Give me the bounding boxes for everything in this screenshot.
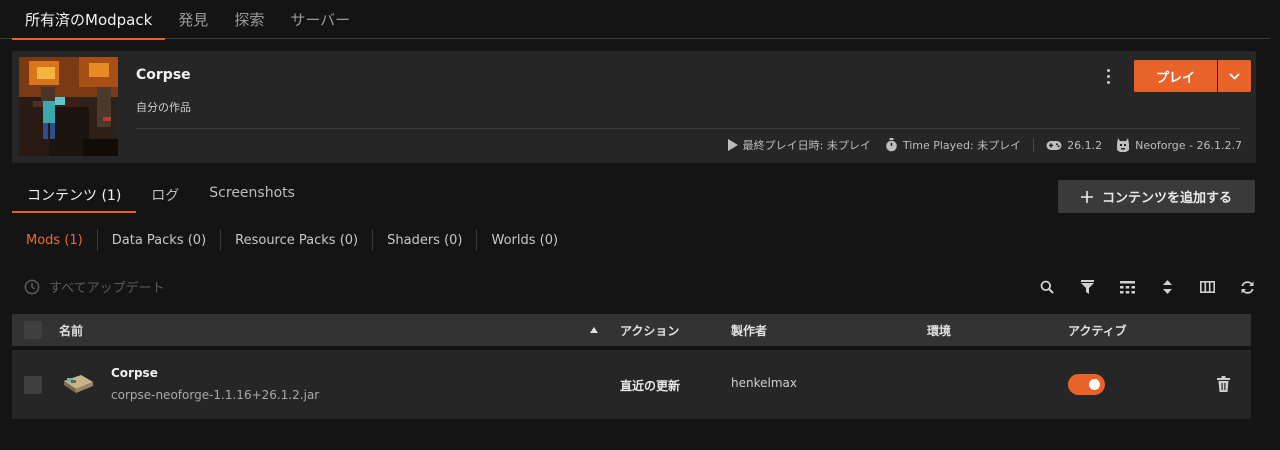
play-button[interactable]: プレイ [1134, 60, 1217, 92]
add-content-button[interactable]: コンテンツを追加する [1058, 180, 1255, 213]
tab-servers[interactable]: サーバー [277, 0, 363, 39]
select-all-checkbox[interactable] [24, 321, 42, 339]
columns-button[interactable] [1187, 277, 1227, 297]
play-options-dropdown-button[interactable] [1218, 60, 1251, 92]
clock-icon [24, 279, 40, 294]
last-played-text: 最終プレイ日時: 未プレイ [742, 139, 871, 152]
plus-icon [1080, 190, 1093, 203]
content-tabs: コンテンツ (1) ログ Screenshots [12, 174, 310, 213]
sort-icon [1162, 280, 1172, 294]
row-select-checkbox[interactable] [24, 376, 42, 394]
update-all-button[interactable]: すべてアップデート [24, 277, 165, 296]
mod-author[interactable]: henkelmax [731, 376, 797, 390]
tab-explore[interactable]: 探索 [221, 0, 277, 39]
mod-filename: corpse-neoforge-1.1.16+26.1.2.jar [111, 388, 320, 402]
filter-shaders[interactable]: Shaders (0) [373, 233, 476, 248]
refresh-button[interactable] [1227, 277, 1267, 297]
sort-button[interactable] [1147, 277, 1187, 297]
tab-discover[interactable]: 発見 [165, 0, 221, 39]
table-header: 名前 アクション 製作者 環境 アクティブ [12, 314, 1251, 346]
tab-screenshots[interactable]: Screenshots [194, 174, 310, 213]
chevron-down-icon [1229, 72, 1240, 80]
tab-contents[interactable]: コンテンツ (1) [12, 174, 137, 213]
column-header-environment: 環境 [927, 324, 952, 338]
refresh-icon [1240, 280, 1254, 294]
modpack-thumbnail [19, 57, 118, 156]
content-type-filters: Mods (1) Data Packs (0) Resource Packs (… [12, 229, 572, 251]
filter-data-packs[interactable]: Data Packs (0) [98, 233, 220, 248]
play-triangle-icon [727, 139, 738, 151]
column-header-active: アクティブ [1068, 324, 1127, 338]
last-played: 最終プレイ日時: 未プレイ [727, 137, 871, 153]
column-header-author: 製作者 [731, 324, 768, 338]
modpack-meta: 最終プレイ日時: 未プレイ Time Played: 未プレイ 26.1.2 N… [727, 137, 1242, 153]
mod-name[interactable]: Corpse [111, 366, 158, 380]
column-header-action: アクション [620, 324, 680, 338]
top-tabs: 所有済のModpack 発見 探索 サーバー [0, 0, 1270, 40]
game-version: 26.1.2 [1046, 139, 1102, 152]
filter-mods[interactable]: Mods (1) [12, 233, 97, 248]
table-row: Corpse corpse-neoforge-1.1.16+26.1.2.jar… [12, 350, 1251, 419]
header-divider [136, 128, 1240, 129]
modpack-description: 自分の作品 [136, 101, 191, 114]
filter-resource-packs[interactable]: Resource Packs (0) [221, 233, 372, 248]
neoforge-icon [1117, 138, 1130, 152]
active-toggle[interactable] [1068, 374, 1105, 395]
gamepad-icon [1046, 140, 1062, 150]
update-action-button[interactable]: 直近の更新 [620, 377, 680, 394]
tab-log[interactable]: ログ [136, 174, 194, 213]
tab-owned-modpacks[interactable]: 所有済のModpack [12, 0, 166, 40]
filter-icon [1080, 280, 1094, 294]
game-version-text: 26.1.2 [1067, 138, 1103, 152]
time-played-text: Time Played: 未プレイ [902, 139, 1022, 152]
density-icon [1119, 280, 1135, 293]
table-toolbar [1027, 277, 1267, 297]
density-button[interactable] [1107, 277, 1147, 297]
column-header-name[interactable]: 名前 [59, 322, 83, 339]
trash-icon[interactable] [1217, 376, 1230, 392]
search-button[interactable] [1027, 277, 1067, 297]
add-content-label: コンテンツを追加する [1101, 191, 1232, 206]
more-options-button[interactable] [1100, 64, 1116, 88]
mod-loader-text: Neoforge - 26.1.2.7 [1135, 138, 1242, 152]
update-all-label: すべてアップデート [49, 281, 165, 296]
mod-icon [64, 375, 93, 393]
modpack-name: Corpse [136, 67, 191, 83]
mod-loader: Neoforge - 26.1.2.7 [1116, 138, 1242, 152]
time-played: Time Played: 未プレイ [885, 137, 1021, 153]
filter-worlds[interactable]: Worlds (0) [477, 233, 572, 248]
sort-ascending-icon[interactable] [590, 327, 598, 333]
search-icon [1040, 280, 1054, 294]
columns-icon [1199, 281, 1215, 293]
modpack-header-card: Corpse 自分の作品 プレイ 最終プレイ日時: 未プレイ Time Play… [12, 51, 1256, 163]
filter-button[interactable] [1067, 277, 1107, 297]
stopwatch-icon [886, 138, 897, 152]
